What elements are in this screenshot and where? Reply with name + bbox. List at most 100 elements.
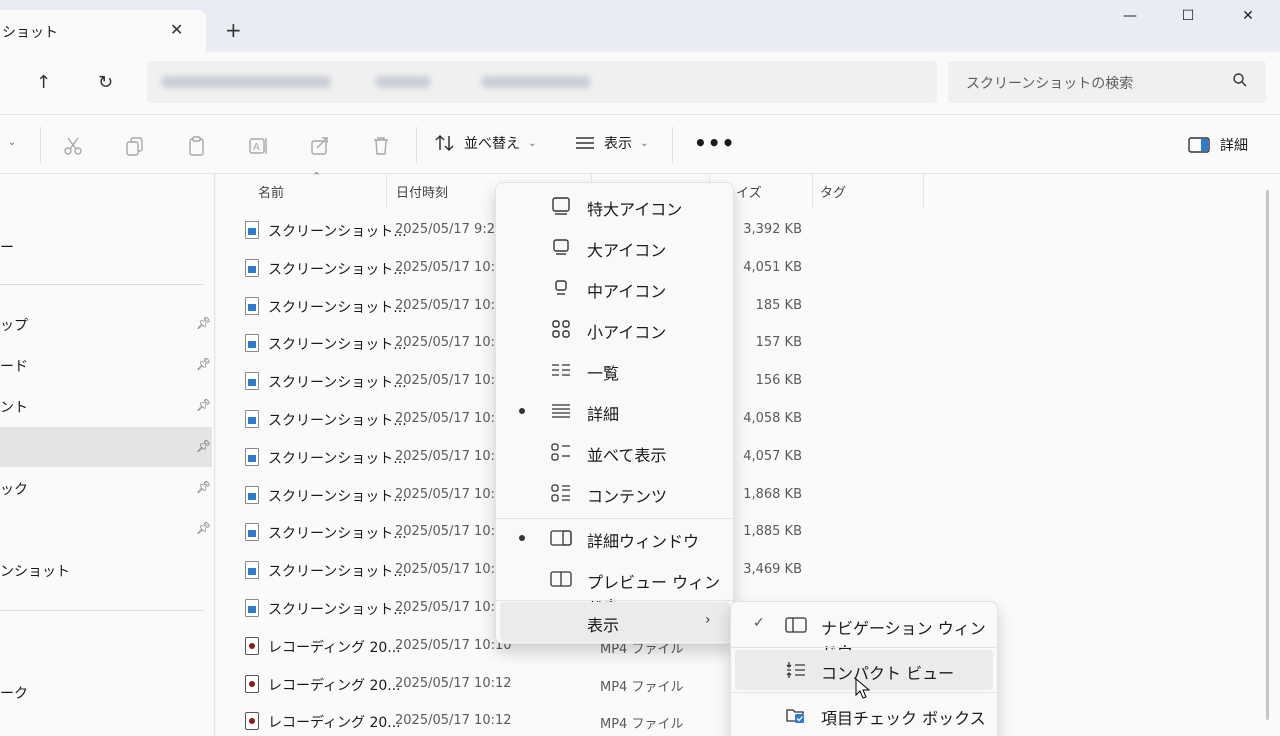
column-header-size[interactable]: イズ [736,182,762,201]
close-window-button[interactable]: ✕ [1225,8,1271,32]
cut-icon[interactable] [62,135,84,157]
sidebar-item-network[interactable]: ーク [0,672,212,712]
file-row[interactable]: スクリーンショット... 2025/05/17 10: 4,057 KB [216,438,1256,476]
sidebar-item-music[interactable]: ック 📌︎ [0,468,212,508]
column-header-name[interactable]: 名前 [258,182,284,201]
submenu-item-item-checkboxes[interactable]: 項目チェック ボックス [735,695,993,735]
file-date: 2025/05/17 10:12 [395,713,512,729]
sidebar-item-label: ー [0,240,14,256]
menu-item-small-icons[interactable]: 小アイコン [500,309,730,349]
navigation-bar: ↑ ↻ スクリーンショットの検索 [0,52,1280,114]
tab-title: ショット [2,25,58,41]
extra-large-icons-icon [552,197,570,215]
file-row[interactable]: スクリーンショット... 2025/05/17 10: 157 KB [216,324,1256,362]
menu-item-show[interactable]: 表示 › [500,602,730,642]
menu-item-preview-pane[interactable]: プレビュー ウィンドウ [500,559,730,616]
menu-item-tiles[interactable]: 並べて表示 [500,432,730,472]
column-divider[interactable] [923,174,924,208]
blurred-path-segment [481,76,591,88]
column-divider[interactable] [386,174,387,208]
submenu-item-label: 項目チェック ボックス [821,709,986,728]
divider [672,127,673,163]
file-row[interactable]: スクリーンショット... 2025/05/17 10: 1,885 KB [216,513,1256,551]
menu-item-content[interactable]: コンテンツ [500,473,730,513]
more-options-button[interactable]: ••• [694,131,735,155]
sidebar-item-home[interactable]: ー [0,226,212,266]
file-row[interactable]: スクリーンショット... 2025/05/17 10: 4,051 KB [216,249,1256,287]
sidebar-item-pictures[interactable]: 📌︎ [0,427,212,467]
image-file-icon [245,258,259,277]
sidebar-item-videos[interactable]: 📌︎ [0,509,212,549]
submenu-item-navigation-pane[interactable]: ✓ ナビゲーション ウィンドウ [735,605,993,662]
menu-item-extra-large-icons[interactable]: 特大アイコン [500,186,730,226]
compact-view-icon [786,662,805,678]
sidebar-item-label: ント [0,400,28,416]
menu-item-medium-icons[interactable]: 中アイコン [500,268,730,308]
file-date: 2025/05/17 10: [395,486,495,502]
selected-indicator [519,408,525,414]
file-date: 2025/05/17 10: [395,373,495,389]
rename-icon[interactable]: A [247,135,269,157]
menu-item-label: 表示 [587,616,620,635]
delete-icon[interactable] [370,135,392,157]
menu-item-label: 並べて表示 [587,446,667,465]
submenu-item-label: コンパクト ビュー [821,664,955,683]
divider [40,127,41,163]
file-row[interactable]: スクリーンショット... 2025/05/17 10: 156 KB [216,362,1256,400]
menu-item-details-pane[interactable]: 詳細ウィンドウ [500,518,730,558]
check-icon: ✓ [753,615,765,631]
up-arrow-icon[interactable]: ↑ [36,72,51,93]
file-date: 2025/05/17 10:12 [395,675,512,691]
file-date: 2025/05/17 10: [395,562,495,578]
sidebar-item-downloads[interactable]: ード 📌︎ [0,345,212,385]
menu-item-label: 特大アイコン [587,200,683,219]
new-chevron-down-icon[interactable]: ⌄ [8,137,16,148]
menu-item-list[interactable]: 一覧 [500,350,730,390]
menu-item-label: 小アイコン [587,323,667,342]
search-icon[interactable] [1232,72,1248,88]
sort-button[interactable]: 並べ替え ⌄ [434,133,536,153]
menu-item-large-icons[interactable]: 大アイコン [500,227,730,267]
file-row[interactable]: スクリーンショット... 2025/05/17 10: 3,469 KB [216,551,1256,589]
file-name: スクリーンショット... [268,413,407,429]
search-box[interactable]: スクリーンショットの検索 [948,61,1266,103]
vertical-scrollbar[interactable] [1266,190,1269,720]
menu-item-details[interactable]: 詳細 [500,391,730,431]
sidebar-item-desktop[interactable]: ップ 📌︎ [0,304,212,344]
maximize-button[interactable]: ☐ [1165,8,1211,32]
file-name: レコーディング 20... [268,639,401,656]
file-name: スクリーンショット... [268,488,407,505]
divider [0,610,204,611]
column-divider[interactable] [812,174,813,208]
column-header-date[interactable]: 日付時刻 [396,182,448,201]
address-bar[interactable] [147,61,937,103]
tab-close-icon[interactable]: ✕ [170,20,183,39]
file-name: スクリーンショット... [268,224,407,240]
refresh-icon[interactable]: ↻ [98,72,113,93]
sidebar-item-screenshots[interactable]: ンショット [0,550,212,590]
image-file-icon [245,372,259,391]
minimize-button[interactable]: — [1107,8,1153,32]
share-icon[interactable] [309,135,331,157]
video-file-icon [245,674,259,693]
column-header-tags[interactable]: タグ [820,182,846,201]
copy-icon[interactable] [124,135,146,157]
file-row[interactable]: スクリーンショット... 2025/05/17 10: 1,868 KB [216,476,1256,514]
paste-icon[interactable] [186,135,208,157]
view-button[interactable]: 表示 ⌄ [574,133,648,153]
sidebar-item-documents[interactable]: ント 📌︎ [0,386,212,426]
tab-screenshots[interactable]: ショット ✕ [0,10,206,52]
file-row[interactable]: スクリーンショット... 2025/05/17 10: 4,058 KB [216,400,1256,438]
file-row[interactable]: スクリーンショット... 2025/05/17 9:2 3,392 KB [216,211,1256,249]
file-row[interactable]: スクリーンショット... 2025/05/17 10: 185 KB [216,287,1256,325]
details-pane-button[interactable]: 詳細 [1188,135,1248,155]
file-name: スクリーンショット... [268,375,407,392]
command-bar: ⌄ A 並べ替え ⌄ 表示 ⌄ ••• 詳細 [0,114,1280,174]
preview-pane-icon [550,571,572,587]
chevron-down-icon: ⌄ [528,137,537,149]
list-icon [552,364,570,376]
sidebar-item-label: ンショット [0,564,70,580]
divider [416,127,417,163]
sidebar-item-label: ップ [0,318,28,334]
new-tab-icon[interactable]: + [225,18,242,42]
